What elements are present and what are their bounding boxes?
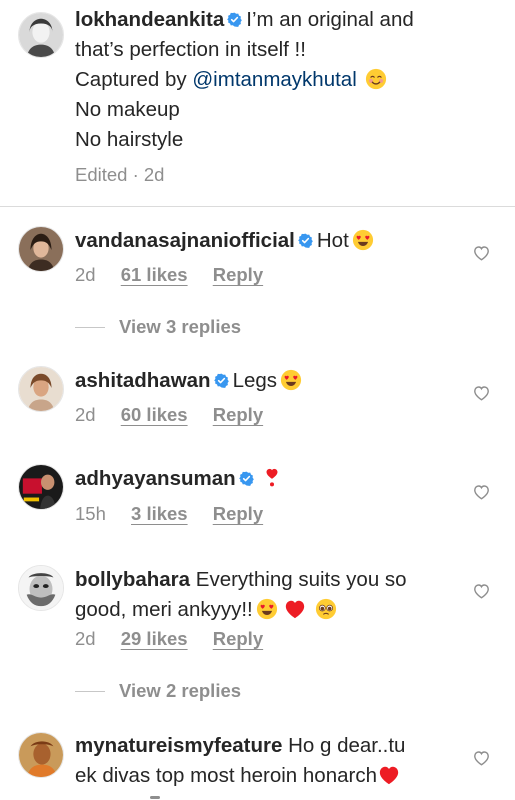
- comment-text-line2: ek divas top most heroin honarch: [75, 764, 377, 787]
- heart-like-icon[interactable]: [473, 245, 490, 261]
- comment-text: Everything suits you so: [195, 568, 407, 591]
- reply-button[interactable]: Reply: [213, 264, 263, 285]
- comment-likes-link[interactable]: 60 likes: [121, 404, 188, 425]
- avatar[interactable]: [18, 565, 64, 611]
- replies-line: [75, 691, 105, 692]
- view-replies-button[interactable]: View 3 replies: [75, 316, 241, 338]
- comment-username[interactable]: bollybahara: [75, 568, 190, 591]
- smiling-blush-emoji-icon: [365, 68, 387, 90]
- heart-like-icon[interactable]: [473, 484, 490, 500]
- heart-like-icon[interactable]: [473, 583, 490, 599]
- comment-username[interactable]: mynatureismyfeature: [75, 734, 282, 757]
- caption-line: No makeup: [75, 98, 180, 121]
- view-replies-button[interactable]: View 2 replies: [75, 680, 241, 702]
- heart-eyes-emoji-icon: [256, 598, 278, 620]
- comment-username[interactable]: adhyayansuman: [75, 467, 236, 490]
- caption-line: No hairstyle: [75, 128, 184, 151]
- caption-edited: Edited · 2d: [75, 164, 165, 185]
- verified-icon: [298, 233, 313, 248]
- heart-eyes-emoji-icon: [280, 369, 302, 391]
- scroll-indicator: [150, 796, 160, 799]
- heart-like-icon[interactable]: [473, 385, 490, 401]
- avatar-photo: [19, 13, 63, 57]
- heart-eyes-emoji-icon: [352, 229, 374, 251]
- comment-likes-link[interactable]: 61 likes: [121, 264, 188, 285]
- caption-line: that’s perfection in itself !!: [75, 38, 306, 61]
- avatar-photo: [19, 227, 63, 271]
- comment-username[interactable]: ashitadhawan: [75, 369, 211, 392]
- avatar[interactable]: [18, 366, 64, 412]
- comment-text: Hot: [316, 229, 349, 252]
- red-exclamation-emoji-icon: [261, 467, 283, 489]
- red-heart-emoji-icon: [378, 764, 400, 786]
- caption-line: I’m an original and: [246, 8, 414, 31]
- pleading-face-emoji-icon: [315, 598, 337, 620]
- avatar-photo: [19, 465, 63, 509]
- caption-username[interactable]: lokhandeankita: [75, 8, 224, 31]
- avatar[interactable]: [18, 732, 64, 778]
- comment-text-line2: good, meri ankyyy!!: [75, 598, 253, 621]
- reply-button[interactable]: Reply: [213, 628, 263, 649]
- verified-icon: [214, 373, 229, 388]
- comment-time: 15h: [75, 503, 106, 524]
- verified-icon: [227, 12, 242, 27]
- view-replies-label: View 3 replies: [119, 316, 242, 337]
- comment-username[interactable]: vandanasajnaniofficial: [75, 229, 295, 252]
- caption-line: Captured by: [75, 68, 193, 91]
- avatar-photo: [19, 367, 63, 411]
- view-replies-label: View 2 replies: [119, 680, 242, 701]
- verified-icon: [239, 471, 254, 486]
- avatar[interactable]: [18, 226, 64, 272]
- avatar-photo: [19, 733, 63, 777]
- comment-time: 2d: [75, 404, 96, 425]
- comment-time: 2d: [75, 264, 96, 285]
- avatar[interactable]: [18, 12, 64, 58]
- replies-line: [75, 327, 105, 328]
- reply-button[interactable]: Reply: [213, 404, 263, 425]
- divider: [0, 206, 515, 207]
- caption-text: lokhandeankita I’m an original and that’s…: [75, 5, 414, 155]
- avatar[interactable]: [18, 464, 64, 510]
- reply-button[interactable]: Reply: [213, 503, 263, 524]
- post-caption: lokhandeankita I’m an original and that’s…: [0, 0, 515, 206]
- heart-like-icon[interactable]: [473, 750, 490, 766]
- red-heart-emoji-icon: [284, 598, 306, 620]
- avatar-photo: [19, 566, 63, 610]
- caption-mention[interactable]: @imtanmaykhutal: [192, 68, 356, 91]
- comment-time: 2d: [75, 628, 96, 649]
- comment-likes-link[interactable]: 3 likes: [131, 503, 188, 524]
- comment-likes-link[interactable]: 29 likes: [121, 628, 188, 649]
- comment-text: Legs: [232, 369, 278, 392]
- comment-text: Ho g dear..tu: [288, 734, 406, 757]
